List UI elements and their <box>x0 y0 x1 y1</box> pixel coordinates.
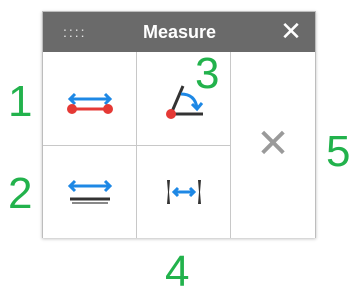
drag-handle-icon[interactable]: :::: <box>63 24 87 40</box>
gap-tool-button[interactable] <box>137 146 231 238</box>
surface-distance-tool-button[interactable] <box>43 146 137 238</box>
panel-titlebar[interactable]: :::: Measure ✕ <box>43 12 315 52</box>
gap-icon <box>167 180 201 204</box>
panel-title: Measure <box>143 22 217 42</box>
distance-tool-button[interactable] <box>43 52 137 146</box>
clear-icon: ✕ <box>256 122 290 166</box>
distance-icon <box>67 92 113 114</box>
callout-1: 1 <box>8 77 33 126</box>
stage: :::: Measure ✕ ✕ 1 2 3 4 5 <box>0 0 354 296</box>
callout-2: 2 <box>8 169 33 218</box>
close-button[interactable]: ✕ <box>279 17 303 45</box>
surface-distance-icon <box>67 179 113 204</box>
measure-panel: :::: Measure ✕ ✕ <box>42 11 316 238</box>
callout-4: 4 <box>165 247 190 296</box>
clear-measurements-button[interactable]: ✕ <box>231 52 315 238</box>
callout-5: 5 <box>326 127 351 176</box>
callout-3: 3 <box>195 49 220 98</box>
